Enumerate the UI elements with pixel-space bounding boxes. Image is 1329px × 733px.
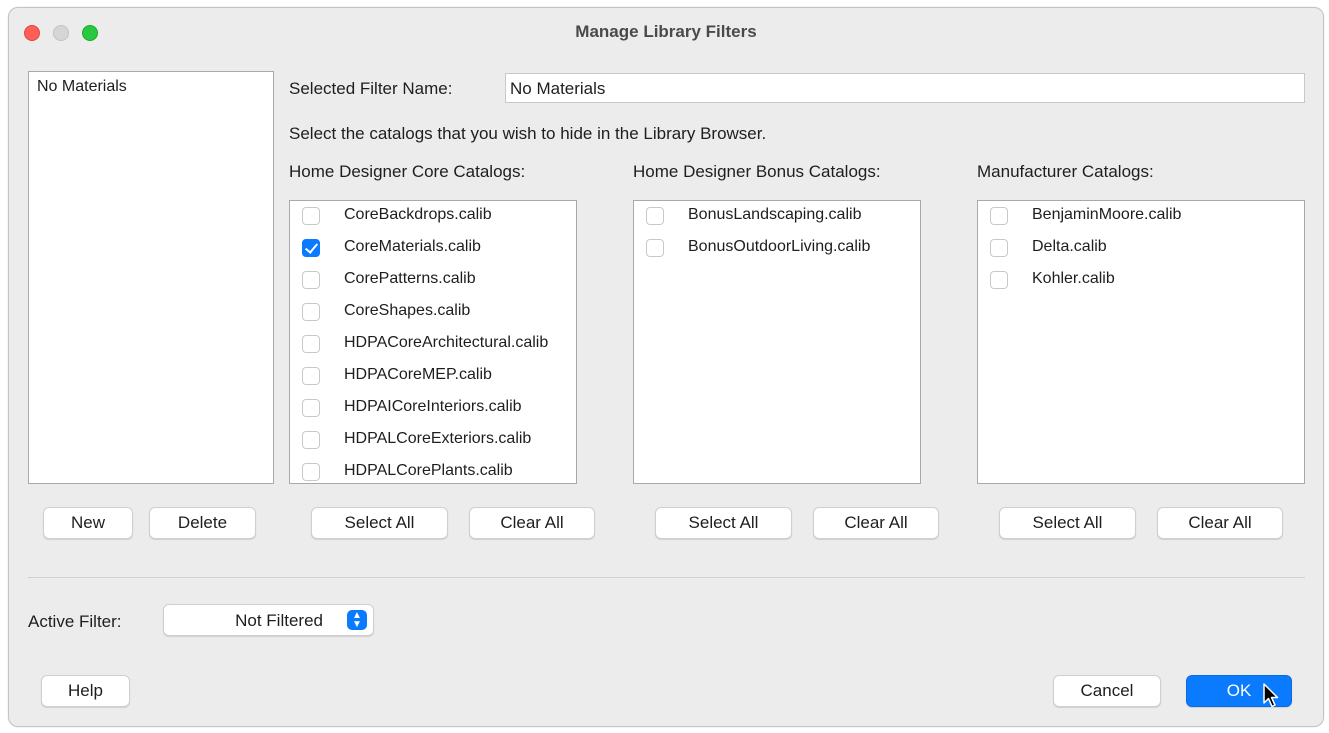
catalog-name: HDPAICoreInteriors.calib: [344, 398, 522, 415]
catalog-checkbox[interactable]: [302, 463, 320, 481]
catalog-checkbox[interactable]: [302, 335, 320, 353]
catalog-name: HDPALCoreExteriors.calib: [344, 430, 532, 447]
catalog-name: HDPALCorePlants.calib: [344, 462, 513, 479]
filter-list-item[interactable]: No Materials: [37, 78, 127, 96]
manufacturer-catalogs-heading: Manufacturer Catalogs:: [977, 162, 1154, 181]
catalog-name: Delta.calib: [1032, 238, 1107, 255]
selected-filter-name-label: Selected Filter Name:: [289, 79, 453, 98]
core-clear-all-button[interactable]: Clear All: [469, 507, 595, 539]
core-select-all-button[interactable]: Select All: [311, 507, 448, 539]
bonus-select-all-button[interactable]: Select All: [655, 507, 792, 539]
title-bar: Manage Library Filters: [9, 8, 1323, 54]
manufacturer-catalogs-list[interactable]: BenjaminMoore.calib Delta.calib Kohler.c…: [977, 200, 1305, 484]
help-button[interactable]: Help: [41, 675, 130, 707]
mouse-pointer-icon: [1263, 683, 1279, 708]
catalog-name: BonusOutdoorLiving.calib: [688, 238, 871, 255]
catalog-checkbox[interactable]: [646, 207, 664, 225]
catalog-name: Kohler.calib: [1032, 270, 1115, 287]
bonus-catalogs-heading: Home Designer Bonus Catalogs:: [633, 162, 881, 181]
core-catalogs-heading: Home Designer Core Catalogs:: [289, 162, 526, 181]
catalog-name: BonusLandscaping.calib: [688, 206, 862, 223]
catalog-checkbox[interactable]: [302, 207, 320, 225]
catalog-checkbox[interactable]: [302, 271, 320, 289]
catalog-checkbox[interactable]: [302, 399, 320, 417]
active-filter-label: Active Filter:: [28, 612, 122, 631]
window-title: Manage Library Filters: [575, 22, 757, 41]
manufacturer-select-all-button[interactable]: Select All: [999, 507, 1136, 539]
new-filter-button[interactable]: New: [43, 507, 133, 539]
select-stepper-icon: ▲ ▼: [347, 610, 367, 630]
catalog-checkbox[interactable]: [990, 239, 1008, 257]
catalog-checkbox[interactable]: [990, 271, 1008, 289]
catalog-name: CoreMaterials.calib: [344, 238, 481, 255]
catalog-name: CoreShapes.calib: [344, 302, 471, 319]
bonus-catalogs-list[interactable]: BonusLandscaping.calib BonusOutdoorLivin…: [633, 200, 921, 484]
active-filter-value: Not Filtered: [235, 611, 323, 630]
catalog-checkbox[interactable]: [302, 431, 320, 449]
catalog-checkbox[interactable]: [302, 303, 320, 321]
catalog-checkbox[interactable]: [302, 367, 320, 385]
catalog-checkbox[interactable]: [990, 207, 1008, 225]
section-divider: [28, 577, 1305, 578]
catalog-name: HDPACoreMEP.calib: [344, 366, 492, 383]
instructions-text: Select the catalogs that you wish to hid…: [289, 124, 767, 143]
cancel-button[interactable]: Cancel: [1053, 675, 1161, 707]
filter-list[interactable]: No Materials: [28, 71, 274, 484]
catalog-checkbox-checked[interactable]: [302, 239, 320, 257]
selected-filter-name-field[interactable]: No Materials: [505, 73, 1305, 103]
delete-filter-button[interactable]: Delete: [149, 507, 256, 539]
bonus-clear-all-button[interactable]: Clear All: [813, 507, 939, 539]
catalog-checkbox[interactable]: [646, 239, 664, 257]
catalog-name: BenjaminMoore.calib: [1032, 206, 1182, 223]
catalog-name: CoreBackdrops.calib: [344, 206, 492, 223]
manufacturer-clear-all-button[interactable]: Clear All: [1157, 507, 1283, 539]
catalog-name: HDPACoreArchitectural.calib: [344, 334, 549, 351]
core-catalogs-list[interactable]: CoreBackdrops.calib CoreMaterials.calib …: [289, 200, 577, 484]
dialog-window: Manage Library Filters No Materials Sele…: [8, 7, 1324, 727]
catalog-name: CorePatterns.calib: [344, 270, 476, 287]
active-filter-select[interactable]: Not Filtered ▲ ▼: [163, 604, 374, 636]
